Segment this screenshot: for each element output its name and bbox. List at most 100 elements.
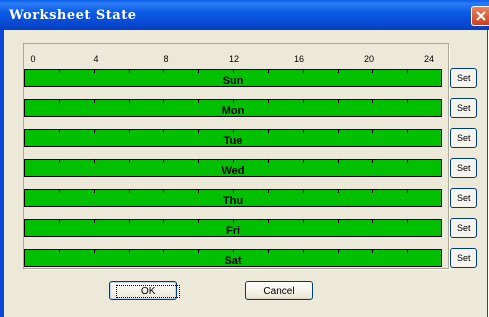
set-button-tue[interactable]: Set bbox=[450, 128, 477, 148]
hour-tick-mark bbox=[59, 250, 60, 253]
set-button-fri[interactable]: Set bbox=[450, 218, 477, 238]
ok-button[interactable]: OK bbox=[109, 281, 181, 300]
hour-tick-mark bbox=[94, 190, 95, 193]
hour-tick-mark bbox=[372, 100, 373, 103]
hour-tick-mark bbox=[59, 130, 60, 133]
hour-label-0: 0 bbox=[30, 54, 36, 64]
hour-tick-mark bbox=[198, 130, 199, 133]
hour-tick-mark bbox=[233, 160, 234, 163]
hour-tick-mark bbox=[303, 190, 304, 193]
hour-tick-mark bbox=[163, 70, 164, 73]
set-button-sun[interactable]: Set bbox=[450, 68, 477, 88]
day-label: Mon bbox=[221, 105, 245, 117]
hour-tick-mark bbox=[198, 70, 199, 73]
hour-tick-mark bbox=[372, 250, 373, 253]
day-label: Sun bbox=[222, 75, 244, 87]
hour-tick-mark bbox=[268, 130, 269, 133]
hour-tick-mark bbox=[407, 130, 408, 133]
hour-tick-mark bbox=[129, 220, 130, 223]
hour-tick-mark bbox=[233, 130, 234, 133]
hour-tick-mark bbox=[129, 160, 130, 163]
hour-tick-mark bbox=[129, 250, 130, 253]
hour-tick-mark bbox=[233, 100, 234, 103]
hour-tick-mark bbox=[198, 190, 199, 193]
hour-label-8: 8 bbox=[163, 54, 169, 64]
hour-tick-mark bbox=[407, 70, 408, 73]
hour-tick-mark bbox=[198, 220, 199, 223]
hour-tick-mark bbox=[338, 250, 339, 253]
hour-label-16: 16 bbox=[293, 54, 305, 64]
hour-tick-mark bbox=[407, 190, 408, 193]
set-button-wed[interactable]: Set bbox=[450, 158, 477, 178]
hour-label-24: 24 bbox=[423, 54, 435, 64]
hour-tick-mark bbox=[163, 220, 164, 223]
hour-tick-mark bbox=[372, 220, 373, 223]
hour-tick-mark bbox=[59, 100, 60, 103]
hour-tick-mark bbox=[59, 70, 60, 73]
hour-tick-mark bbox=[59, 220, 60, 223]
hour-tick-mark bbox=[129, 100, 130, 103]
hour-tick-mark bbox=[303, 70, 304, 73]
hour-tick-mark bbox=[338, 220, 339, 223]
hour-tick-mark bbox=[407, 100, 408, 103]
hour-tick-mark bbox=[198, 250, 199, 253]
set-button-mon[interactable]: Set bbox=[450, 98, 477, 118]
day-label: Wed bbox=[221, 165, 245, 177]
hour-tick-mark bbox=[233, 220, 234, 223]
hour-tick-mark bbox=[407, 250, 408, 253]
hour-tick-mark bbox=[338, 100, 339, 103]
ok-button-label: OK bbox=[116, 285, 181, 298]
day-bar-wed[interactable]: Wed bbox=[24, 159, 442, 177]
hour-label-20: 20 bbox=[363, 54, 375, 64]
window-title: Worksheet State bbox=[9, 8, 137, 23]
cancel-button[interactable]: Cancel bbox=[245, 281, 313, 300]
hour-tick-mark bbox=[338, 130, 339, 133]
hour-tick-mark bbox=[94, 130, 95, 133]
hour-tick-mark bbox=[129, 190, 130, 193]
day-bar-sun[interactable]: Sun bbox=[24, 69, 442, 87]
hour-tick-mark bbox=[372, 190, 373, 193]
hour-tick-mark bbox=[338, 190, 339, 193]
day-bar-thu[interactable]: Thu bbox=[24, 189, 442, 207]
day-bar-fri[interactable]: Fri bbox=[24, 219, 442, 237]
day-label: Fri bbox=[225, 225, 241, 237]
day-bar-tue[interactable]: Tue bbox=[24, 129, 442, 147]
close-button[interactable] bbox=[471, 6, 489, 26]
hour-tick-mark bbox=[233, 250, 234, 253]
day-label: Thu bbox=[222, 195, 244, 207]
hour-tick-mark bbox=[268, 250, 269, 253]
hour-tick-mark bbox=[303, 250, 304, 253]
hour-tick-mark bbox=[129, 130, 130, 133]
hour-tick-mark bbox=[59, 190, 60, 193]
hour-tick-mark bbox=[338, 160, 339, 163]
hour-tick-mark bbox=[407, 160, 408, 163]
hour-tick-mark bbox=[303, 130, 304, 133]
day-label: Tue bbox=[223, 135, 243, 147]
day-bar-mon[interactable]: Mon bbox=[24, 99, 442, 117]
hour-tick-mark bbox=[268, 190, 269, 193]
hour-tick-mark bbox=[59, 160, 60, 163]
hour-tick-mark bbox=[163, 250, 164, 253]
title-bar[interactable]: Worksheet State bbox=[0, 0, 489, 30]
hour-tick-mark bbox=[233, 70, 234, 73]
hour-tick-mark bbox=[94, 160, 95, 163]
day-bar-sat[interactable]: Sat bbox=[24, 249, 442, 267]
hour-label-4: 4 bbox=[93, 54, 99, 64]
hour-tick-mark bbox=[268, 220, 269, 223]
hour-tick-mark bbox=[163, 190, 164, 193]
set-button-thu[interactable]: Set bbox=[450, 188, 477, 208]
hour-tick-mark bbox=[268, 70, 269, 73]
day-label: Sat bbox=[224, 255, 242, 267]
close-icon bbox=[476, 11, 486, 21]
hour-tick-mark bbox=[163, 160, 164, 163]
hour-tick-mark bbox=[94, 220, 95, 223]
hour-tick-mark bbox=[338, 70, 339, 73]
hour-tick-mark bbox=[163, 130, 164, 133]
hour-tick-mark bbox=[163, 100, 164, 103]
hour-tick-mark bbox=[372, 160, 373, 163]
set-button-sat[interactable]: Set bbox=[450, 248, 477, 268]
hour-tick-mark bbox=[372, 70, 373, 73]
hour-tick-mark bbox=[303, 100, 304, 103]
hour-tick-mark bbox=[303, 220, 304, 223]
hour-tick-mark bbox=[198, 100, 199, 103]
